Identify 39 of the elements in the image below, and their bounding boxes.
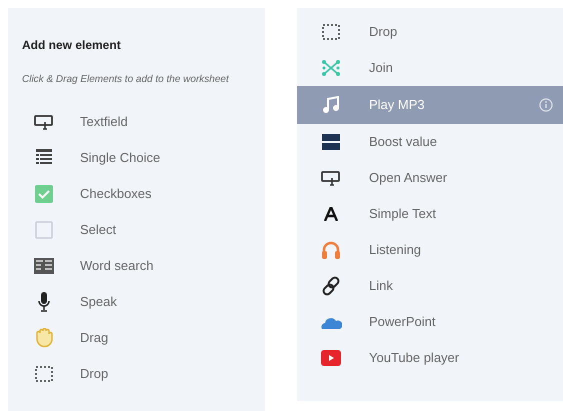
element-item[interactable]: Open Answer — [297, 160, 563, 196]
element-item[interactable]: Word search — [22, 248, 255, 284]
element-item[interactable]: Simple Text — [297, 196, 563, 232]
stacked-bars-icon — [322, 134, 340, 150]
hint-text: Click & Drag Elements to add to the worksheet — [22, 73, 230, 87]
element-item[interactable]: Drop — [22, 356, 255, 392]
element-item[interactable]: Single Choice — [22, 140, 255, 176]
grid-icon — [34, 258, 54, 274]
cloud-icon — [320, 315, 342, 329]
textfield-icon — [321, 170, 341, 186]
element-item[interactable]: YouTube player — [297, 340, 563, 376]
element-item[interactable]: Boost value — [297, 124, 563, 160]
element-item[interactable]: Drop — [297, 14, 563, 50]
link-icon — [321, 276, 341, 296]
panel-title: Add new element — [22, 37, 122, 54]
element-item[interactable]: Textfield — [22, 104, 255, 140]
letter-icon — [324, 207, 338, 221]
dashed-square-icon — [322, 24, 340, 40]
list-icon — [36, 149, 52, 167]
cross-connector-icon — [322, 60, 340, 76]
element-item[interactable]: Checkboxes — [22, 176, 255, 212]
element-item[interactable]: Play MP3 — [297, 86, 563, 124]
textfield-icon — [34, 114, 54, 130]
microphone-icon — [38, 292, 50, 312]
element-item[interactable]: Select — [22, 212, 255, 248]
headphones-icon — [321, 240, 341, 260]
element-item[interactable]: PowerPoint — [297, 304, 563, 340]
element-item[interactable]: Listening — [297, 232, 563, 268]
element-item[interactable]: Drag — [22, 320, 255, 356]
music-note-icon — [322, 96, 340, 114]
empty-box-icon — [35, 221, 53, 239]
element-item[interactable]: Join — [297, 50, 563, 86]
element-item[interactable]: Link — [297, 268, 563, 304]
dashed-square-icon — [35, 366, 53, 382]
element-item[interactable]: Speak — [22, 284, 255, 320]
info-icon[interactable] — [539, 98, 553, 112]
play-button-icon — [321, 350, 341, 366]
hand-icon — [34, 328, 54, 348]
checkbox-icon — [35, 185, 53, 203]
